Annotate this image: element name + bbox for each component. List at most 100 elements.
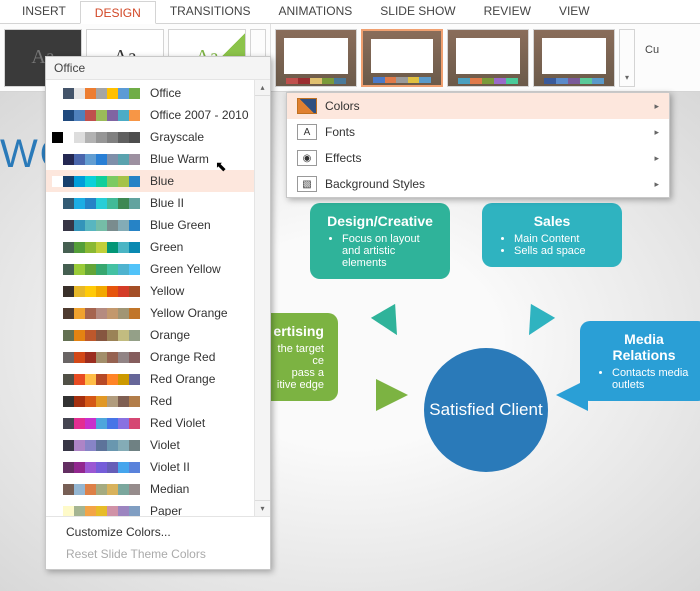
color-scheme-label: Yellow Orange	[150, 306, 228, 320]
color-scheme-item[interactable]: Grayscale	[46, 126, 270, 148]
variant-thumb-1[interactable]	[275, 29, 357, 87]
color-scheme-label: Red	[150, 394, 172, 408]
color-scheme-label: Blue Green	[150, 218, 211, 232]
variants-submenu: . Colors▸ A Fonts▸ ◉ Effects▸ ▧ Backgrou…	[286, 92, 670, 198]
scroll-up-icon[interactable]: ▴	[255, 80, 270, 96]
color-scheme-label: Violet	[150, 438, 180, 452]
ribbon-tabs: INSERT DESIGN TRANSITIONS ANIMATIONS SLI…	[0, 0, 700, 24]
color-swatches	[52, 198, 140, 209]
color-scheme-item[interactable]: Green Yellow	[46, 258, 270, 280]
color-scheme-label: Orange	[150, 328, 190, 342]
color-scheme-item[interactable]: Blue II	[46, 192, 270, 214]
color-scheme-label: Grayscale	[150, 130, 204, 144]
chevron-right-icon: ▸	[654, 153, 659, 164]
variant-thumb-4[interactable]	[533, 29, 615, 87]
submenu-background[interactable]: ▧ Background Styles▸	[287, 171, 669, 197]
color-scheme-label: Violet II	[150, 460, 190, 474]
colors-footer: Customize Colors... Reset Slide Theme Co…	[46, 516, 270, 569]
box-sales: Sales Main ContentSells ad space	[482, 203, 622, 267]
tab-transitions[interactable]: TRANSITIONS	[156, 0, 265, 23]
color-scheme-item[interactable]: Blue Warm	[46, 148, 270, 170]
colors-list: Office Office 2007 - 2010 Grayscale Blue Wa…	[46, 80, 270, 516]
color-scheme-item[interactable]: Green	[46, 236, 270, 258]
background-icon: ▧	[297, 176, 317, 192]
submenu-colors[interactable]: . Colors▸	[287, 93, 669, 119]
chevron-right-icon: ▸	[654, 127, 659, 138]
customize-group-label: Cu	[639, 24, 659, 91]
color-swatches	[52, 242, 140, 253]
color-swatches	[52, 286, 140, 297]
submenu-effects[interactable]: ◉ Effects▸	[287, 145, 669, 171]
color-scheme-item[interactable]: Yellow Orange	[46, 302, 270, 324]
color-swatches	[52, 154, 140, 165]
color-swatches	[52, 220, 140, 231]
color-scheme-label: Blue	[150, 174, 174, 188]
color-swatches	[52, 110, 140, 121]
color-scheme-label: Green	[150, 240, 183, 254]
tab-design[interactable]: DESIGN	[80, 1, 156, 24]
color-scheme-label: Median	[150, 482, 189, 496]
color-swatches	[52, 506, 140, 517]
color-swatches	[52, 176, 140, 187]
arrow-icon	[371, 304, 409, 342]
tab-animations[interactable]: ANIMATIONS	[264, 0, 366, 23]
color-scheme-item[interactable]: Blue Green	[46, 214, 270, 236]
center-circle: Satisfied Client	[424, 348, 548, 472]
fonts-icon: A	[297, 124, 317, 140]
arrow-icon	[556, 379, 588, 411]
colors-dropdown: Office Office Office 2007 - 2010 Grayscale…	[45, 56, 271, 570]
tab-slideshow[interactable]: SLIDE SHOW	[366, 0, 469, 23]
color-scheme-item[interactable]: Office	[46, 82, 270, 104]
color-swatches	[52, 462, 140, 473]
color-scheme-label: Office 2007 - 2010	[150, 108, 249, 122]
color-swatches	[52, 484, 140, 495]
color-swatches	[52, 418, 140, 429]
color-scheme-item[interactable]: Median	[46, 478, 270, 500]
tab-review[interactable]: REVIEW	[470, 0, 545, 23]
colors-icon: .	[297, 98, 317, 114]
color-swatches	[52, 440, 140, 451]
color-scheme-item[interactable]: Office 2007 - 2010	[46, 104, 270, 126]
tab-insert[interactable]: INSERT	[8, 0, 80, 23]
variant-more-button[interactable]: ▾	[619, 29, 635, 87]
color-scheme-item[interactable]: Orange Red	[46, 346, 270, 368]
color-scheme-label: Paper	[150, 504, 182, 516]
color-swatches	[52, 330, 140, 341]
color-scheme-label: Blue Warm	[150, 152, 209, 166]
color-scheme-label: Red Orange	[150, 372, 215, 386]
color-scheme-item[interactable]: Blue	[46, 170, 270, 192]
chevron-right-icon: ▸	[654, 101, 659, 112]
color-scheme-label: Green Yellow	[150, 262, 221, 276]
scrollbar[interactable]: ▴ ▾	[254, 80, 270, 516]
color-scheme-item[interactable]: Red	[46, 390, 270, 412]
color-scheme-item[interactable]: Yellow	[46, 280, 270, 302]
color-scheme-item[interactable]: Orange	[46, 324, 270, 346]
arrow-icon	[376, 379, 408, 411]
variant-thumb-3[interactable]	[447, 29, 529, 87]
color-swatches	[52, 374, 140, 385]
customize-colors[interactable]: Customize Colors...	[46, 521, 270, 543]
reset-theme-colors: Reset Slide Theme Colors	[46, 543, 270, 565]
color-scheme-item[interactable]: Paper	[46, 500, 270, 516]
chevron-right-icon: ▸	[654, 179, 659, 190]
arrow-icon	[517, 304, 555, 342]
color-scheme-item[interactable]: Violet	[46, 434, 270, 456]
color-swatches	[52, 264, 140, 275]
color-scheme-label: Orange Red	[150, 350, 215, 364]
variant-thumb-2[interactable]	[361, 29, 443, 87]
color-scheme-item[interactable]: Red Violet	[46, 412, 270, 434]
variant-gallery: ▾	[270, 24, 639, 91]
scroll-down-icon[interactable]: ▾	[255, 500, 270, 516]
color-scheme-label: Yellow	[150, 284, 184, 298]
tab-view[interactable]: VIEW	[545, 0, 604, 23]
color-swatches	[52, 308, 140, 319]
color-scheme-item[interactable]: Violet II	[46, 456, 270, 478]
color-scheme-item[interactable]: Red Orange	[46, 368, 270, 390]
colors-section-label: Office	[46, 57, 270, 80]
color-swatches	[52, 88, 140, 99]
box-design: Design/Creative Focus on layout and arti…	[310, 203, 450, 279]
color-scheme-label: Blue II	[150, 196, 184, 210]
color-swatches	[52, 396, 140, 407]
effects-icon: ◉	[297, 150, 317, 166]
submenu-fonts[interactable]: A Fonts▸	[287, 119, 669, 145]
